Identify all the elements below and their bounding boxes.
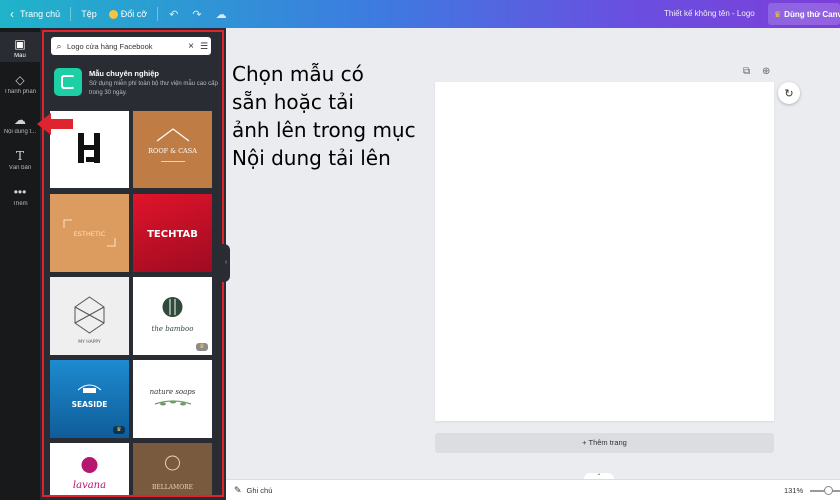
divider bbox=[157, 7, 159, 21]
bottom-bar: ✎ Ghi chú 131% bbox=[226, 479, 840, 500]
annotation-line: sẵn hoặc tải bbox=[232, 90, 354, 114]
notes-label: Ghi chú bbox=[246, 486, 273, 495]
home-label: Trang chủ bbox=[20, 9, 61, 19]
add-page-button[interactable]: + Thêm trang bbox=[435, 433, 774, 453]
rail-item-elements[interactable]: ◇ Thành phần bbox=[0, 70, 40, 100]
notes-button[interactable]: ✎ Ghi chú bbox=[234, 485, 272, 496]
top-bar: ‹ Trang chủ Tệp Đổi cỡ ↶ ↷ ☁ Thiết kế kh… bbox=[0, 0, 840, 28]
design-page[interactable] bbox=[435, 82, 774, 421]
template-thumbnail: BELLAMORE bbox=[152, 455, 193, 491]
rail-item-templates[interactable]: ▣ Mẫu bbox=[0, 32, 40, 62]
template-thumbnail: ESTHETIC bbox=[63, 219, 116, 247]
template-label: the bamboo bbox=[152, 325, 194, 333]
pro-templates-icon bbox=[54, 68, 82, 96]
undo-icon[interactable]: ↶ bbox=[162, 8, 185, 21]
template-label: SEASIDE bbox=[72, 400, 108, 409]
upload-cloud-icon: ☁ bbox=[14, 113, 26, 127]
file-menu-button[interactable]: Tệp bbox=[75, 0, 103, 28]
file-label: Tệp bbox=[81, 9, 97, 19]
template-label: BELLAMORE bbox=[152, 484, 193, 491]
design-title[interactable]: Thiết kế không tên - Logo bbox=[664, 0, 755, 28]
annotation-line: ảnh lên trong mục bbox=[232, 118, 416, 142]
template-tile[interactable]: nature soaps bbox=[133, 360, 212, 438]
filter-icon[interactable]: ☰ bbox=[197, 41, 211, 52]
elements-icon: ◇ bbox=[15, 73, 25, 87]
redo-icon[interactable]: ↷ bbox=[185, 8, 208, 21]
annotation-arrow-icon bbox=[37, 113, 73, 135]
add-page-icon[interactable]: ⊕ bbox=[762, 66, 770, 77]
template-icon: ▣ bbox=[14, 37, 26, 51]
promo-text: Sử dụng miễn phí toàn bộ thư viện mẫu ca… bbox=[89, 81, 218, 96]
rail-item-text[interactable]: T Văn bản bbox=[0, 146, 40, 176]
template-tile[interactable]: SEASIDE ♛ bbox=[50, 360, 129, 438]
clear-search-icon[interactable]: × bbox=[185, 41, 197, 52]
text-icon: T bbox=[15, 149, 24, 163]
premium-crown-icon: ♛ bbox=[113, 426, 125, 434]
collapse-panel-handle[interactable]: ‹ bbox=[222, 244, 230, 282]
zoom-level[interactable]: 131% bbox=[784, 486, 803, 495]
trial-label: Dùng thử Canva bbox=[784, 9, 840, 19]
template-tile[interactable]: TECHTAB bbox=[133, 194, 212, 272]
rail-item-uploads[interactable]: ☁ Nội dung t... bbox=[0, 110, 40, 140]
search-input[interactable]: Logo cửa hàng Facebook bbox=[67, 42, 185, 51]
crown-icon: ♛ bbox=[774, 9, 782, 19]
template-tile[interactable]: BELLAMORE bbox=[133, 443, 212, 496]
zoom-slider-handle[interactable] bbox=[824, 486, 833, 495]
try-canva-pro-button[interactable]: ♛ Dùng thử Canva bbox=[768, 3, 840, 25]
duplicate-page-icon[interactable]: ⧉ bbox=[743, 66, 750, 77]
template-tile[interactable]: ROOF & CASA bbox=[133, 111, 212, 188]
template-label: TECHTAB bbox=[147, 229, 198, 240]
template-tile[interactable]: lavana bbox=[50, 443, 129, 496]
template-label: nature soaps bbox=[150, 388, 196, 396]
more-icon: ••• bbox=[13, 185, 27, 199]
search-icon: ⌕ bbox=[56, 40, 62, 51]
template-tile[interactable]: the bamboo ♛ bbox=[133, 277, 212, 355]
template-thumbnail: lavana bbox=[73, 457, 106, 491]
notes-icon: ✎ bbox=[234, 485, 242, 495]
divider bbox=[70, 7, 72, 21]
promo-title[interactable]: Mẫu chuyên nghiệp bbox=[89, 69, 159, 78]
premium-coin-icon bbox=[108, 9, 118, 19]
annotation-line: Chọn mẫu có bbox=[232, 62, 364, 86]
resize-label: Đổi cỡ bbox=[120, 9, 148, 19]
template-tile[interactable]: ESTHETIC bbox=[50, 194, 129, 272]
template-label: ESTHETIC bbox=[74, 230, 106, 238]
annotation-text: Chọn mẫu có sẵn hoặc tải ảnh lên trong m… bbox=[232, 60, 416, 172]
template-search-bar[interactable]: ⌕ Logo cửa hàng Facebook × ☰ bbox=[51, 37, 211, 55]
resize-button[interactable]: Đổi cỡ bbox=[103, 0, 153, 28]
refresh-icon[interactable]: ↻ bbox=[778, 82, 800, 104]
premium-crown-icon: ♛ bbox=[196, 343, 208, 351]
home-button[interactable]: ‹ Trang chủ bbox=[0, 0, 66, 28]
template-label: ROOF & CASA bbox=[148, 147, 197, 155]
template-label: MY HAPPY bbox=[78, 339, 101, 345]
template-thumbnail: TECHTAB bbox=[147, 229, 198, 240]
rail-item-more[interactable]: ••• Thêm bbox=[0, 182, 40, 212]
chevron-left-icon: ‹ bbox=[10, 7, 14, 21]
template-thumbnail: ROOF & CASA bbox=[148, 128, 197, 162]
template-tile[interactable]: MY HAPPY bbox=[50, 277, 129, 355]
cloud-save-icon[interactable]: ☁ bbox=[209, 8, 234, 21]
annotation-line: Nội dung tải lên bbox=[232, 146, 391, 170]
template-thumbnail: nature soaps bbox=[150, 388, 196, 406]
template-thumbnail: MY HAPPY bbox=[74, 296, 105, 345]
side-rail: ▣ Mẫu ◇ Thành phần ☁ Nội dung t... T Văn… bbox=[0, 28, 40, 500]
template-label: lavana bbox=[73, 480, 106, 491]
